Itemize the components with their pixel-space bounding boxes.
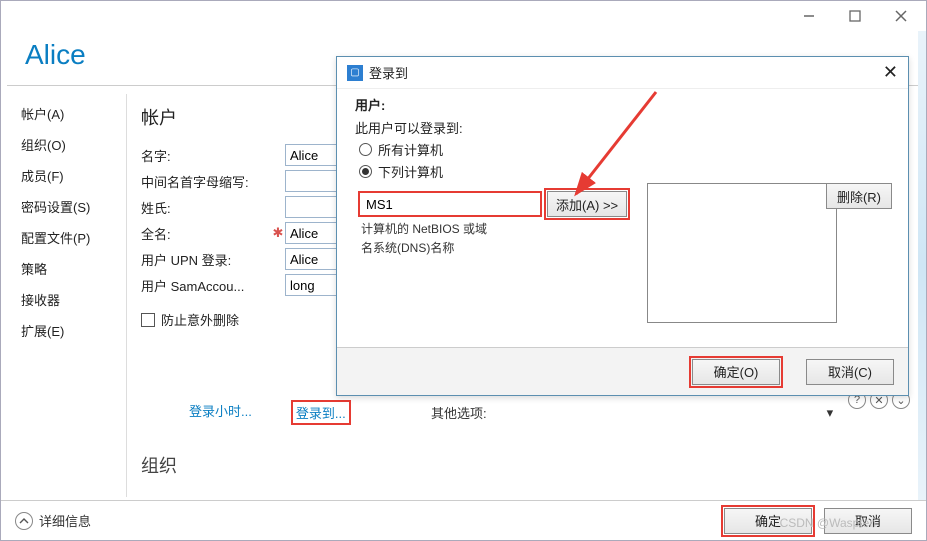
chevron-up-icon — [15, 512, 33, 530]
chevron-down-icon[interactable]: ▾ — [827, 405, 834, 421]
computer-name-input[interactable] — [359, 192, 541, 216]
sidebar-item-member[interactable]: 成员(F) — [21, 160, 126, 191]
add-button[interactable]: 添加(A) >> — [547, 191, 627, 217]
sidebar-item-profile[interactable]: 配置文件(P) — [21, 222, 126, 253]
dialog-ok-button[interactable]: 确定(O) — [692, 359, 780, 385]
other-options-row[interactable]: 其他选项: ▾ — [431, 403, 833, 422]
label: 姓氏: — [141, 198, 271, 217]
sidebar-item-account[interactable]: 帐户(A) — [21, 98, 126, 129]
required-icon: ✱ — [271, 225, 285, 241]
label: 中间名首字母缩写: — [141, 172, 271, 191]
logon-to-dialog: ▢ 登录到 ✕ 用户: 此用户可以登录到: 所有计算机 下列计算机 添加(A) … — [336, 56, 909, 396]
details-toggle[interactable]: 详细信息 — [15, 511, 91, 530]
label: 全名: — [141, 224, 271, 243]
computer-input-highlight — [359, 192, 541, 216]
main-window: Alice 帐户(A) 组织(O) 成员(F) 密码设置(S) 配置文件(P) … — [0, 0, 927, 541]
sidebar-item-password[interactable]: 密码设置(S) — [21, 191, 126, 222]
logon-hours-link[interactable]: 登录小时... — [189, 401, 252, 424]
titlebar — [1, 1, 926, 31]
sidebar-item-policy[interactable]: 策略 — [21, 253, 126, 284]
sidebar-item-ext[interactable]: 扩展(E) — [21, 315, 126, 346]
radio-label: 下列计算机 — [378, 162, 443, 181]
user-icon: ▢ — [347, 65, 363, 81]
minimize-button[interactable] — [786, 2, 832, 30]
dialog-title: 登录到 — [369, 63, 408, 82]
prevent-delete-label: 防止意外删除 — [161, 310, 239, 329]
sidebar-item-org[interactable]: 组织(O) — [21, 129, 126, 160]
radio-icon — [359, 143, 372, 156]
checkbox-icon[interactable] — [141, 313, 155, 327]
details-label: 详细信息 — [39, 511, 91, 530]
sidebar-item-receiver[interactable]: 接收器 — [21, 284, 126, 315]
other-options-label: 其他选项: — [431, 403, 487, 422]
scrollbar[interactable] — [918, 31, 926, 500]
dialog-body: 用户: 此用户可以登录到: 所有计算机 下列计算机 添加(A) >> 计算机的 … — [337, 89, 908, 347]
ok-button[interactable]: 确定 — [724, 508, 812, 534]
dialog-footer: 确定(O) 取消(C) — [337, 347, 908, 395]
label: 名字: — [141, 146, 271, 165]
hint-text: 此用户可以登录到: — [355, 118, 890, 137]
section-org: 组织 — [141, 452, 910, 478]
delete-button[interactable]: 删除(R) — [826, 183, 892, 209]
add-button-highlight: 添加(A) >> — [545, 189, 629, 219]
footer: 详细信息 确定 取消 — [1, 500, 926, 540]
dialog-cancel-button[interactable]: 取消(C) — [806, 359, 894, 385]
radio-all-computers[interactable]: 所有计算机 — [359, 140, 890, 159]
radio-listed-computers[interactable]: 下列计算机 — [359, 162, 890, 181]
logon-to-link[interactable]: 登录到... — [292, 401, 350, 424]
label: 用户 UPN 登录: — [141, 250, 271, 269]
radio-label: 所有计算机 — [378, 140, 443, 159]
close-button[interactable] — [878, 2, 924, 30]
label: 用户 SamAccou... — [141, 276, 271, 295]
maximize-button[interactable] — [832, 2, 878, 30]
dialog-close-button[interactable]: ✕ — [883, 62, 898, 83]
radio-icon — [359, 165, 372, 178]
sidebar: 帐户(A) 组织(O) 成员(F) 密码设置(S) 配置文件(P) 策略 接收器… — [1, 94, 127, 497]
dialog-titlebar: ▢ 登录到 ✕ — [337, 57, 908, 89]
user-label: 用户: — [355, 95, 890, 114]
cancel-button[interactable]: 取消 — [824, 508, 912, 534]
computer-list[interactable] — [647, 183, 837, 323]
